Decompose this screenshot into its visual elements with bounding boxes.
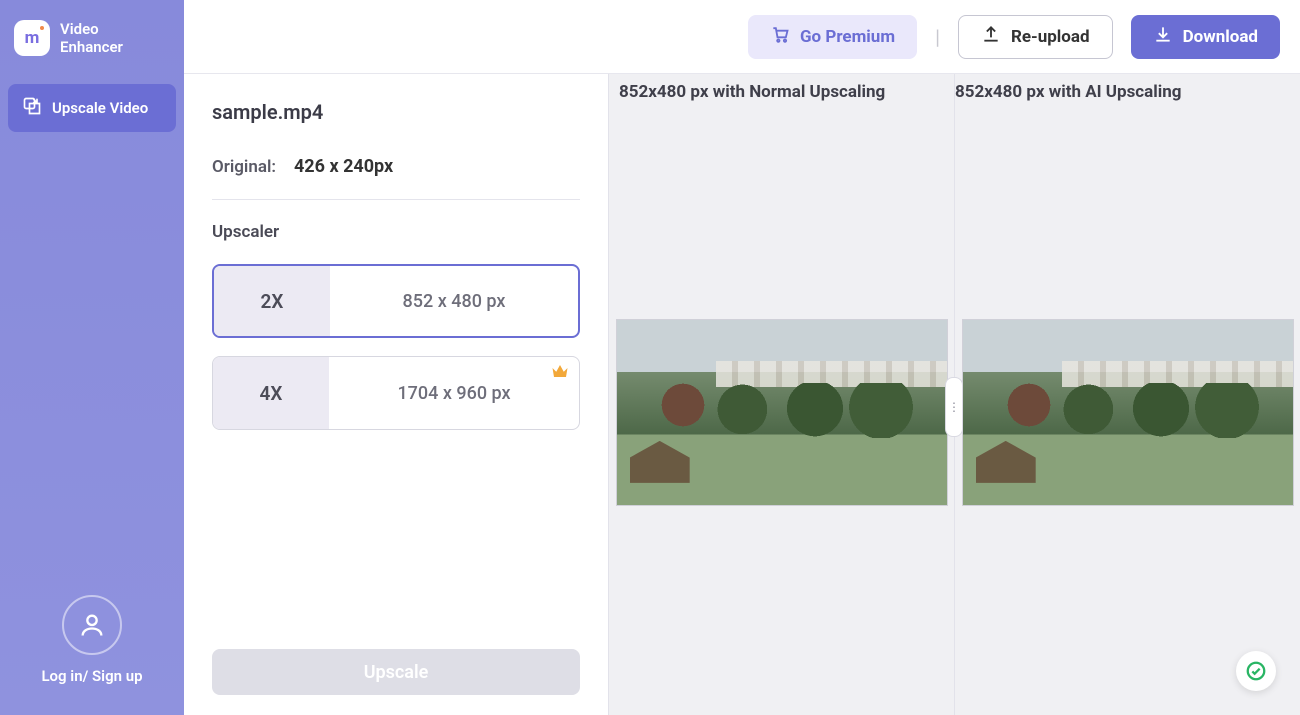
topbar: Go Premium | Re-upload Download bbox=[184, 0, 1300, 74]
original-row: Original: 426 x 240px bbox=[212, 156, 580, 177]
upscaler-label: Upscaler bbox=[212, 222, 580, 242]
body: sample.mp4 Original: 426 x 240px Upscale… bbox=[184, 74, 1300, 715]
preview-ai: 852x480 px with AI Upscaling bbox=[954, 74, 1300, 715]
original-label: Original: bbox=[212, 157, 276, 177]
download-label: Download bbox=[1183, 27, 1258, 47]
go-premium-button[interactable]: Go Premium bbox=[748, 15, 917, 59]
profile-block: Log in/ Sign up bbox=[8, 595, 176, 685]
filename: sample.mp4 bbox=[212, 100, 580, 124]
crown-icon bbox=[551, 363, 569, 383]
preview-normal: 852x480 px with Normal Upscaling bbox=[608, 74, 954, 715]
upload-icon bbox=[981, 24, 1001, 49]
sidebar: m Video Enhancer Upscale Video Log in/ S… bbox=[0, 0, 184, 715]
preview-canvas-ai bbox=[955, 110, 1300, 715]
divider bbox=[212, 199, 580, 200]
settings-panel: sample.mp4 Original: 426 x 240px Upscale… bbox=[184, 74, 608, 715]
reupload-label: Re-upload bbox=[1011, 27, 1090, 47]
avatar[interactable] bbox=[62, 595, 122, 655]
login-link[interactable]: Log in/ Sign up bbox=[41, 667, 142, 685]
original-value: 426 x 240px bbox=[294, 156, 393, 177]
upscale-option-2x[interactable]: 2X 852 x 480 px bbox=[212, 264, 580, 338]
go-premium-label: Go Premium bbox=[800, 27, 895, 47]
download-button[interactable]: Download bbox=[1131, 15, 1280, 59]
app-logo: m Video Enhancer bbox=[8, 20, 176, 56]
option-multiplier: 4X bbox=[213, 357, 329, 429]
sidebar-item-label: Upscale Video bbox=[52, 99, 148, 117]
main: Go Premium | Re-upload Download sample.m… bbox=[184, 0, 1300, 715]
app-name: Video Enhancer bbox=[60, 20, 123, 56]
preview-label-normal: 852x480 px with Normal Upscaling bbox=[619, 82, 885, 102]
sidebar-item-upscale-video[interactable]: Upscale Video bbox=[8, 84, 176, 132]
preview-area: 852x480 px with Normal Upscaling 852x480… bbox=[608, 74, 1300, 715]
comparison-slider-handle[interactable]: ⋮ bbox=[945, 377, 963, 437]
upscale-option-4x[interactable]: 4X 1704 x 960 px bbox=[212, 356, 580, 430]
option-multiplier: 2X bbox=[214, 266, 330, 336]
preview-image-normal bbox=[617, 320, 947, 505]
preview-image-ai bbox=[963, 320, 1293, 505]
upscale-icon bbox=[22, 96, 42, 120]
download-icon bbox=[1153, 24, 1173, 49]
cart-icon bbox=[770, 24, 790, 49]
logo-icon: m bbox=[14, 20, 50, 56]
preview-label-ai: 852x480 px with AI Upscaling bbox=[955, 82, 1182, 102]
reupload-button[interactable]: Re-upload bbox=[958, 15, 1113, 59]
upscale-button[interactable]: Upscale bbox=[212, 649, 580, 695]
option-dimensions: 1704 x 960 px bbox=[329, 357, 579, 429]
separator: | bbox=[935, 25, 940, 49]
preview-canvas-normal bbox=[609, 110, 954, 715]
success-badge bbox=[1236, 651, 1276, 691]
option-dimensions: 852 x 480 px bbox=[330, 266, 578, 336]
